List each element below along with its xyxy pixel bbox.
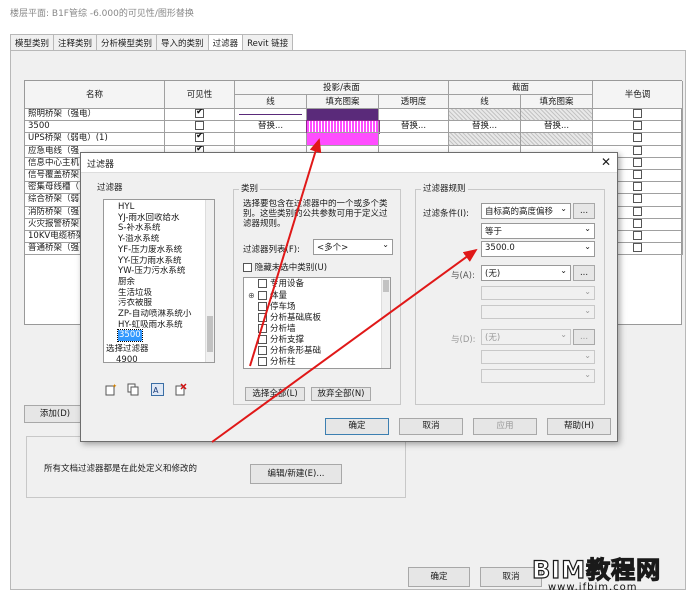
- arrow-to-rule-value: [211, 248, 478, 443]
- watermark-logo: BIM教程网: [531, 555, 662, 584]
- arrow-to-fill-pattern: [249, 138, 322, 367]
- watermark-url: www.ifbim.com: [548, 582, 638, 593]
- annotation-arrows: [211, 138, 478, 443]
